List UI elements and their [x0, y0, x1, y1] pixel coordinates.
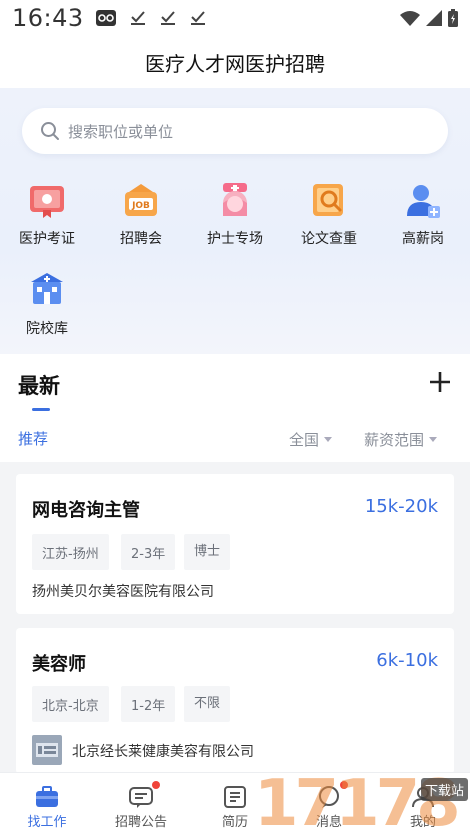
caret-down-icon [324, 437, 333, 442]
salary-filter[interactable]: 薪资范围 [364, 429, 438, 450]
notification-dot [152, 781, 160, 789]
tab-find-job[interactable]: 找工作 [0, 773, 94, 836]
system-icons [400, 9, 458, 27]
section-title-underline [32, 408, 50, 411]
tab-recommend[interactable]: 推荐 [18, 428, 48, 449]
job-tag-location: 北京-北京 [32, 686, 109, 722]
tab-resume[interactable]: 简历 [188, 773, 282, 836]
quick-entry-label: 招聘会 [120, 231, 162, 247]
job-title: 美容师 [32, 654, 86, 675]
tab-label: 消息 [315, 815, 342, 830]
paper-check-icon [307, 178, 351, 222]
job-tag-experience: 1-2年 [121, 686, 176, 722]
app-notification-icon [95, 10, 116, 26]
tab-label: 简历 [221, 815, 248, 830]
latest-section: 最新 推荐 全国 薪资范围 [0, 354, 470, 462]
bottom-tab-bar: 找工作 招聘公告 简历 消息 我的 [0, 772, 470, 836]
tab-messages[interactable]: 消息 [282, 773, 376, 836]
caret-down-icon [429, 437, 438, 442]
download-done-icon [130, 11, 145, 25]
page-title: 医疗人才网医护招聘 [145, 51, 325, 76]
quick-entry-label: 论文查重 [301, 231, 357, 247]
briefcase-icon [36, 786, 58, 807]
add-icon[interactable] [428, 370, 452, 394]
search-input[interactable]: 搜索职位或单位 [22, 108, 448, 154]
status-time: 16:43 [12, 4, 84, 32]
region-filter-label: 全国 [289, 431, 320, 449]
quick-entry-nurse[interactable]: 护士专场 [195, 178, 275, 248]
nurse-icon [213, 178, 257, 222]
wifi-icon [400, 11, 420, 26]
job-salary: 6k-10k [376, 650, 438, 671]
svg-text:JOB: JOB [131, 201, 150, 211]
company-logo [32, 735, 62, 765]
tab-label: 招聘公告 [114, 815, 167, 830]
quick-entry-paper-check[interactable]: 论文查重 [289, 178, 369, 248]
signal-icon [426, 10, 442, 26]
profile-icon [412, 787, 434, 808]
job-salary: 15k-20k [364, 496, 438, 517]
job-fair-icon: JOB [119, 178, 163, 222]
quick-entry-label: 护士专场 [207, 231, 263, 247]
announcement-icon [129, 787, 153, 808]
message-icon [319, 786, 339, 808]
certificate-icon [25, 178, 69, 222]
quick-entry-label: 高薪岗 [402, 231, 444, 247]
notification-dot [340, 781, 348, 789]
tab-profile[interactable]: 我的 [376, 773, 470, 836]
quick-entry-job-fair[interactable]: JOB 招聘会 [101, 178, 181, 248]
tab-label: 我的 [409, 815, 436, 830]
download-done-icon [160, 11, 175, 25]
quick-entry-label: 医护考证 [19, 231, 75, 247]
job-tag-experience: 2-3年 [121, 534, 176, 570]
quick-entry-school[interactable]: 院校库 [7, 268, 87, 338]
notification-icons [95, 10, 206, 26]
tab-label: 找工作 [27, 815, 67, 830]
high-salary-icon [401, 178, 445, 222]
building-icon [36, 743, 58, 757]
job-card[interactable]: 网电咨询主管 15k-20k 江苏-扬州 2-3年 博士 扬州美贝尔美容医院有限… [16, 474, 454, 614]
app-header: 医疗人才网医护招聘 [0, 36, 470, 88]
job-title: 网电咨询主管 [32, 500, 140, 521]
school-icon [25, 268, 69, 312]
status-bar: 16:43 [0, 0, 470, 36]
search-placeholder: 搜索职位或单位 [68, 122, 174, 141]
job-tag-education: 不限 [184, 686, 231, 722]
region-filter[interactable]: 全国 [289, 429, 333, 450]
job-tag-education: 博士 [184, 534, 231, 570]
tab-announcements[interactable]: 招聘公告 [94, 773, 188, 836]
search-icon [41, 122, 59, 140]
quick-entry-high-salary[interactable]: 高薪岗 [383, 178, 463, 248]
battery-icon [448, 9, 458, 27]
salary-filter-label: 薪资范围 [364, 431, 425, 449]
quick-entry-cert[interactable]: 医护考证 [7, 178, 87, 248]
company-name: 扬州美贝尔美容医院有限公司 [32, 584, 214, 600]
job-tag-location: 江苏-扬州 [32, 534, 109, 570]
company-name: 北京经长莱健康美容有限公司 [72, 744, 254, 760]
job-card[interactable]: 美容师 6k-10k 北京-北京 1-2年 不限 北京经长莱健康美容有限公司 [16, 628, 454, 774]
download-done-icon [190, 11, 205, 25]
section-title: 最新 [18, 374, 60, 398]
resume-icon [224, 786, 246, 808]
quick-entry-label: 院校库 [26, 321, 68, 337]
